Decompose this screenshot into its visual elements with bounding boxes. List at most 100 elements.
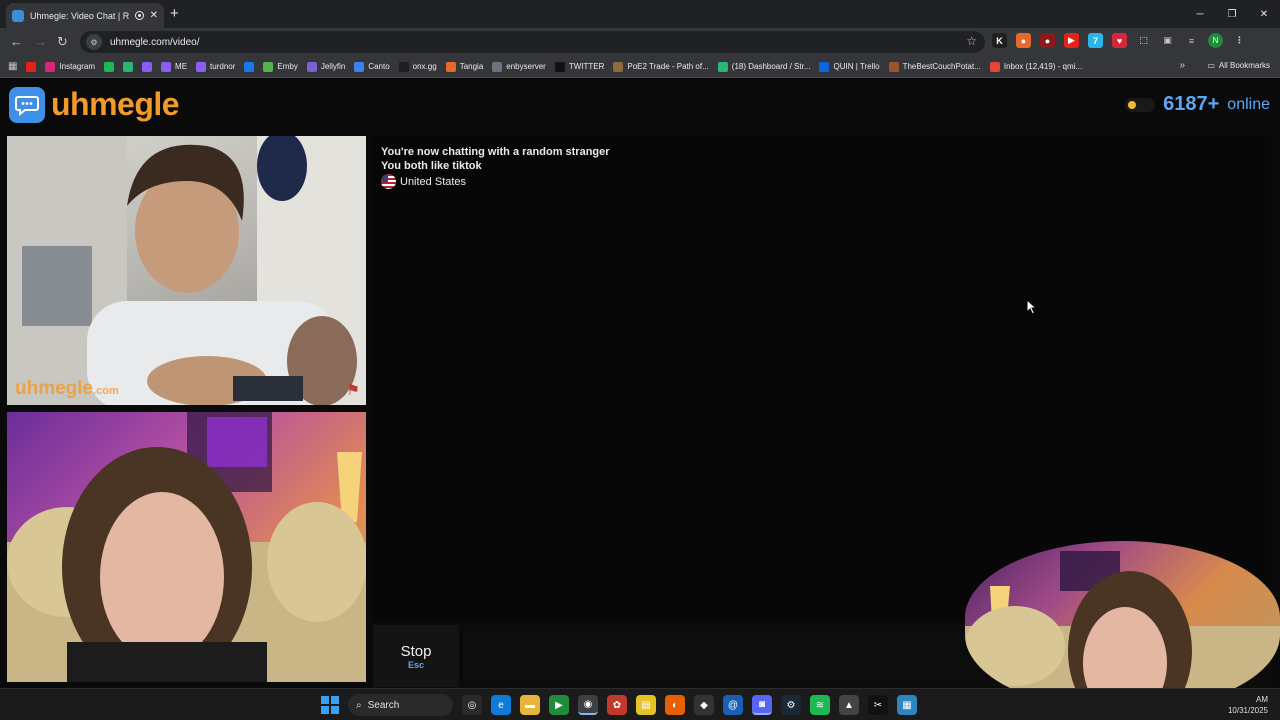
fox-extension-icon[interactable]: ● [1016,33,1031,48]
stop-shortcut: Esc [407,659,424,670]
address-bar[interactable]: ⚙ uhmegle.com/video/ ☆ [80,31,985,53]
inkscape-icon[interactable]: ◆ [694,695,714,715]
bookmark-favicon-icon [613,61,624,72]
new-tab-button[interactable]: + [170,5,179,22]
webcam-overlay [965,541,1280,711]
bookmark-item[interactable]: QUIN | Trello [819,61,880,72]
forward-icon[interactable]: → [34,34,47,49]
notepad-icon[interactable]: ▦ [897,695,917,715]
bookmark-item[interactable] [26,61,37,72]
browser-menu-icon[interactable]: ⋮ [1232,33,1247,48]
common-interest-message: You both like tiktok [381,160,482,172]
restore-button[interactable]: ❐ [1216,0,1248,28]
stranger-video-frame [7,136,366,405]
media-control-icon[interactable]: ≡ [1184,33,1199,48]
bookmark-item[interactable]: ME [161,61,187,72]
file-explorer-icon[interactable]: ▬ [520,695,540,715]
extensions-row: K ● ● ▶ 7 ♥ ⬚ ▣ ≡ N ⋮ [992,33,1247,48]
stop-label: Stop [400,642,432,660]
more-bookmarks-icon[interactable]: » [1179,60,1185,71]
back-icon[interactable]: ← [10,34,23,49]
profile-avatar[interactable]: N [1208,33,1223,48]
edge-icon[interactable]: e [491,695,511,715]
chrome-icon[interactable]: ◉ [578,695,598,715]
bookmark-item[interactable]: TheBestCouchPotat... [888,61,981,72]
bookmark-item[interactable]: PoE2 Trade - Path of... [613,61,709,72]
start-button[interactable] [321,696,339,714]
reload-icon[interactable]: ↻ [57,34,68,50]
site-info-icon[interactable]: ⚙ [86,34,102,50]
bookmark-item[interactable] [104,61,115,72]
bookmark-item[interactable]: onx.gg [398,61,437,72]
bookmark-item[interactable] [244,61,255,72]
bookmark-item[interactable]: Canto [354,61,390,72]
clock-time: AM [1256,695,1268,704]
pinned-app-icon[interactable]: ▲ [839,695,859,715]
bookmark-item[interactable]: Emby [263,61,298,72]
us-flag-icon [381,174,396,189]
clock-date: 10/31/2025 [1227,706,1268,715]
7tv-extension-icon[interactable]: 7 [1088,33,1103,48]
bookmark-item[interactable]: Instagram [45,61,95,72]
stop-button[interactable]: Stop Esc [373,625,459,687]
bookmark-label: turdnor [210,62,236,71]
bookmark-label: enbyserver [506,62,546,71]
bookmark-item[interactable]: Inbox (12,419) - qmi... [989,61,1083,72]
apps-grid-icon[interactable]: ▦ [8,61,17,72]
close-tab-icon[interactable]: ✕ [150,10,158,21]
firefox-icon[interactable]: ◐ [665,695,685,715]
bookmark-favicon-icon [445,61,456,72]
bookmark-item[interactable] [123,61,134,72]
bookmark-item[interactable]: turdnor [196,61,236,72]
theme-toggle[interactable] [1125,97,1156,112]
report-flag-icon[interactable]: ⚑ [347,381,360,399]
bookmark-label: Tangia [459,62,484,71]
taskbar-clock[interactable]: AM 10/31/2025 [1228,694,1268,716]
bookmark-favicon-icon [554,61,565,72]
mail-icon[interactable]: @ [723,695,743,715]
bookmark-favicon-icon [492,61,503,72]
discord-icon[interactable]: ◙ [752,695,772,715]
bookmark-item[interactable] [142,61,153,72]
copilot-icon[interactable]: ◎ [462,695,482,715]
online-label: online [1227,95,1270,113]
bookmark-label: QUIN | Trello [833,62,880,71]
bookmark-label: Inbox (12,419) - qmi... [1003,62,1083,71]
site-logo[interactable]: uhmegle [9,86,180,123]
bookmark-item[interactable]: enbyserver [492,61,546,72]
youtube-extension-icon[interactable]: ▶ [1064,33,1079,48]
app-red-icon[interactable]: ✿ [607,695,627,715]
bookmark-label: Jellyfin [320,62,346,71]
bookmark-star-icon[interactable]: ☆ [966,34,977,48]
taskbar-search[interactable]: ⌕ Search [348,694,453,716]
puzzle-extension-icon[interactable]: ⬚ [1136,33,1151,48]
bookmark-item[interactable]: (18) Dashboard / Str... [717,61,810,72]
bookmark-favicon-icon [306,61,317,72]
side-panel-icon[interactable]: ▣ [1160,33,1175,48]
bookmark-label: Emby [277,62,298,71]
bookmark-item[interactable]: Jellyfin [306,61,346,72]
steam-icon[interactable]: ⚙ [781,695,801,715]
all-bookmarks-button[interactable]: ▭ All Bookmarks [1207,61,1270,70]
bookmark-favicon-icon [123,61,134,72]
ublock-extension-icon[interactable]: ● [1040,33,1055,48]
bookmark-favicon-icon [196,61,207,72]
close-window-button[interactable]: ✕ [1248,0,1280,28]
bookmark-favicon-icon [26,61,37,72]
spotify-icon[interactable]: ≋ [810,695,830,715]
k-extension-icon[interactable]: K [992,33,1007,48]
url-text[interactable]: uhmegle.com/video/ [110,37,200,48]
bookmark-label: onx.gg [412,62,437,71]
browser-tab-active[interactable]: Uhmegle: Video Chat | Random ✕ [6,3,164,28]
sticky-notes-icon[interactable]: ▤ [636,695,656,715]
heart-extension-icon[interactable]: ♥ [1112,33,1127,48]
window-controls: ─ ❐ ✕ [1184,0,1280,28]
minimize-button[interactable]: ─ [1184,0,1216,28]
bookmark-item[interactable]: Tangia [445,61,484,72]
bookmark-favicon-icon [161,61,172,72]
media-player-icon[interactable]: ▶ [549,695,569,715]
bookmark-item[interactable]: TWITTER [554,61,604,72]
bookmarks-bar: ▦ Instagram ME turdnor Emby Jellyfin Canto onx… [0,56,1280,78]
bookmark-label: PoE2 Trade - Path of... [627,62,709,71]
capcut-icon[interactable]: ✂ [868,695,888,715]
